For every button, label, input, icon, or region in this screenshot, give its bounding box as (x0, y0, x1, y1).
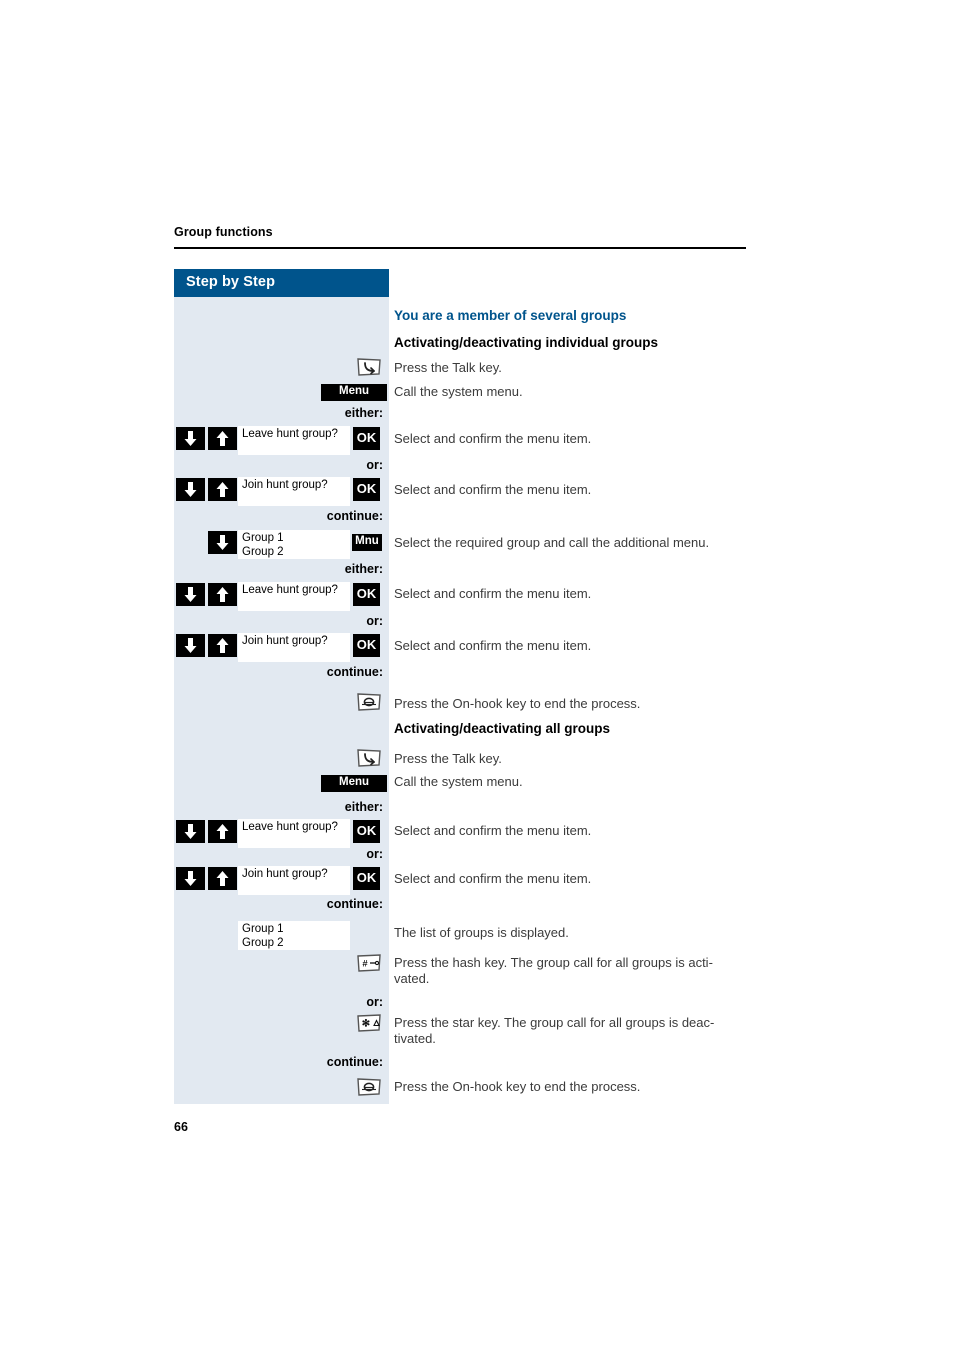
display-line-leave-3: Leave hunt group? (242, 821, 338, 833)
section-heading: You are a member of several groups (394, 308, 627, 323)
display-line-join-1: Join hunt group? (242, 479, 328, 491)
softkey-ok-6[interactable]: OK (353, 867, 380, 890)
connector-continue-3: continue: (326, 897, 383, 911)
instruction-press-star: Press the star key. The group call for a… (394, 1015, 715, 1046)
arrow-up-key-6[interactable] (208, 820, 237, 843)
phone-display-4: Leave hunt group? (238, 582, 350, 611)
manual-page: Group functions Step by Step You are a m… (0, 0, 954, 1351)
arrow-up-key-7[interactable] (208, 867, 237, 890)
on-hook-key-icon-2[interactable] (355, 1077, 383, 1097)
subheading-individual-groups: Activating/deactivating individual group… (394, 335, 659, 350)
arrow-up-key-5[interactable] (208, 634, 237, 657)
instruction-press-onhook-2: Press the On-hook key to end the process… (394, 1079, 641, 1094)
display-line-leave-1: Leave hunt group? (242, 428, 338, 440)
arrow-down-key-1[interactable] (176, 427, 205, 450)
arrow-down-key-3[interactable] (208, 531, 237, 554)
softkey-menu-2[interactable]: Menu (321, 775, 387, 792)
display-line-leave-2: Leave hunt group? (242, 584, 338, 596)
connector-or-2: or: (366, 614, 383, 628)
phone-display-8: Group 1 Group 2 (238, 921, 350, 950)
hash-key-icon[interactable]: # (355, 953, 383, 973)
instruction-select-confirm-6: Select and confirm the menu item. (394, 871, 592, 886)
connector-either-1: either: (344, 406, 383, 420)
step-by-step-header: Step by Step (174, 269, 389, 297)
talk-key-icon-2[interactable] (355, 748, 383, 768)
header-rule (174, 247, 746, 249)
svg-text:#: # (362, 959, 368, 970)
display-line-join-2: Join hunt group? (242, 635, 328, 647)
instruction-select-confirm-5: Select and confirm the menu item. (394, 823, 592, 838)
running-header: Group functions (174, 225, 273, 239)
softkey-ok-3[interactable]: OK (353, 583, 380, 606)
arrow-up-key-1[interactable] (208, 427, 237, 450)
instruction-select-confirm-2: Select and confirm the menu item. (394, 482, 592, 497)
step-by-step-title: Step by Step (186, 274, 276, 290)
connector-either-2: either: (344, 562, 383, 576)
svg-text:✻: ✻ (362, 1019, 370, 1030)
arrow-down-key-7[interactable] (176, 867, 205, 890)
instruction-select-group: Select the required group and call the a… (394, 535, 710, 550)
display-line-group1-2: Group 1 (242, 923, 284, 935)
instruction-press-talk-1: Press the Talk key. (394, 360, 502, 375)
softkey-ok-4[interactable]: OK (353, 634, 380, 657)
softkey-ok-5[interactable]: OK (353, 820, 380, 843)
talk-key-icon[interactable] (355, 357, 383, 377)
display-line-group2-2: Group 2 (242, 936, 284, 949)
on-hook-key-icon-1[interactable] (355, 692, 383, 712)
display-line-group1-1: Group 1 (242, 532, 284, 544)
connector-or-1: or: (366, 458, 383, 472)
arrow-up-key-2[interactable] (208, 478, 237, 501)
instruction-call-menu-2: Call the system menu. (394, 774, 523, 789)
instruction-list-displayed: The list of groups is displayed. (394, 925, 569, 940)
instruction-press-hash: Press the hash key. The group call for a… (394, 955, 713, 986)
phone-display-6: Leave hunt group? (238, 819, 350, 848)
arrow-up-key-4[interactable] (208, 583, 237, 606)
phone-display-1: Leave hunt group? (238, 426, 350, 455)
arrow-down-key-5[interactable] (176, 634, 205, 657)
subheading-all-groups: Activating/deactivating all groups (394, 721, 611, 736)
instruction-press-onhook-1: Press the On-hook key to end the process… (394, 696, 641, 711)
connector-or-3: or: (366, 847, 383, 861)
phone-display-3: Group 1 Group 2 (238, 530, 350, 559)
softkey-ok-1[interactable]: OK (353, 427, 380, 450)
arrow-down-key-6[interactable] (176, 820, 205, 843)
softkey-menu-1[interactable]: Menu (321, 384, 387, 401)
connector-continue-4: continue: (326, 1055, 383, 1069)
arrow-down-key-4[interactable] (176, 583, 205, 606)
page-number: 66 (174, 1120, 188, 1134)
display-line-join-3: Join hunt group? (242, 868, 328, 880)
connector-either-3: either: (344, 800, 383, 814)
softkey-ok-2[interactable]: OK (353, 478, 380, 501)
instruction-call-menu-1: Call the system menu. (394, 384, 523, 399)
softkey-mnu-1[interactable]: Mnu (352, 534, 382, 551)
instruction-select-confirm-4: Select and confirm the menu item. (394, 638, 592, 653)
arrow-down-key-2[interactable] (176, 478, 205, 501)
phone-display-5: Join hunt group? (238, 633, 350, 662)
display-line-group2-1: Group 2 (242, 545, 284, 558)
connector-or-4: or: (366, 995, 383, 1009)
instruction-press-talk-2: Press the Talk key. (394, 751, 502, 766)
phone-display-7: Join hunt group? (238, 866, 350, 895)
instruction-select-confirm-1: Select and confirm the menu item. (394, 431, 592, 446)
instruction-select-confirm-3: Select and confirm the menu item. (394, 586, 592, 601)
phone-display-2: Join hunt group? (238, 477, 350, 506)
connector-continue-1: continue: (326, 509, 383, 523)
connector-continue-2: continue: (326, 665, 383, 679)
star-key-icon[interactable]: ✻ (355, 1013, 383, 1033)
